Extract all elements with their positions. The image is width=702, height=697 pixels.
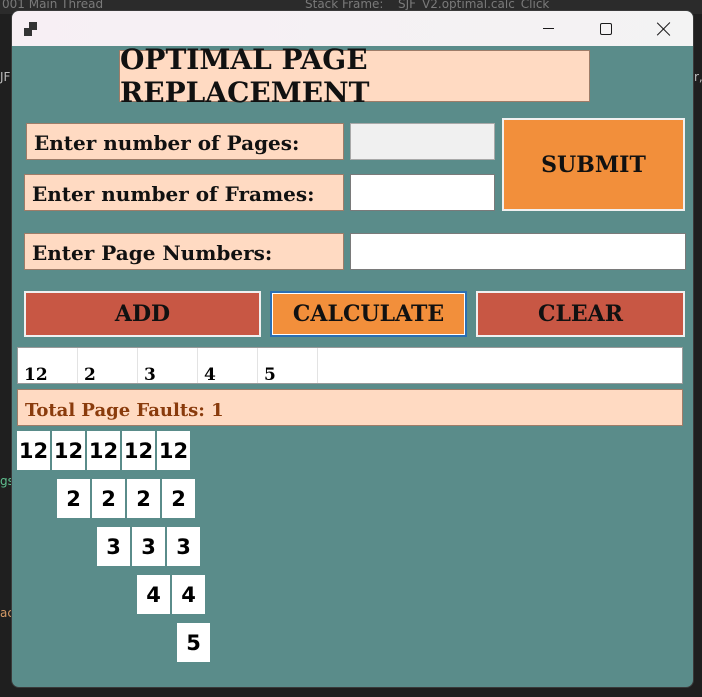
pages-count-label: Enter number of Pages: [26, 123, 344, 160]
submit-button[interactable]: SUBMIT [502, 118, 685, 211]
page-cell: 4 [198, 348, 258, 383]
background-fragment: JF [0, 70, 11, 84]
clear-button[interactable]: CLEAR [476, 291, 685, 337]
calculate-button[interactable]: CALCULATE [270, 291, 467, 337]
background-fragment: r, [694, 70, 702, 84]
frame-cell: 12 [122, 431, 155, 470]
frame-cell: 2 [57, 479, 90, 518]
page-cell: 12 [18, 348, 78, 383]
minimize-button[interactable] [519, 11, 577, 46]
frame-cell: 2 [92, 479, 125, 518]
maximize-button[interactable] [577, 11, 635, 46]
frame-cell: 5 [177, 623, 210, 662]
frame-cell: 2 [162, 479, 195, 518]
page-numbers-label: Enter Page Numbers: [24, 233, 344, 270]
frame-cell: 4 [172, 575, 205, 614]
page-cell: 3 [138, 348, 198, 383]
frame-cell: 3 [97, 527, 130, 566]
frame-cell: 12 [157, 431, 190, 470]
page-numbers-input[interactable] [350, 233, 686, 270]
frames-count-label: Enter number of Frames: [24, 174, 344, 211]
title-bar[interactable] [12, 11, 693, 46]
total-page-faults: Total Page Faults: 1 [17, 389, 683, 426]
frame-cell: 12 [17, 431, 50, 470]
frames-count-input[interactable] [350, 174, 495, 211]
app-icon [23, 21, 39, 37]
frame-cell: 3 [132, 527, 165, 566]
frame-cell: 2 [127, 479, 160, 518]
frame-cell: 12 [87, 431, 120, 470]
close-icon [657, 22, 671, 36]
maximize-icon [600, 22, 612, 35]
minimize-icon [542, 28, 554, 29]
page-cell: 2 [78, 348, 138, 383]
pages-count-input[interactable] [350, 123, 495, 160]
page-title: OPTIMAL PAGE REPLACEMENT [119, 43, 590, 109]
close-button[interactable] [635, 11, 693, 46]
frame-cell: 4 [137, 575, 170, 614]
frame-cell: 3 [167, 527, 200, 566]
add-button[interactable]: ADD [24, 291, 261, 337]
app-window: OPTIMAL PAGE REPLACEMENT Enter number of… [11, 10, 694, 688]
page-cell: 5 [258, 348, 318, 383]
frame-cell: 12 [52, 431, 85, 470]
pages-list: 12 2 3 4 5 [17, 347, 683, 384]
